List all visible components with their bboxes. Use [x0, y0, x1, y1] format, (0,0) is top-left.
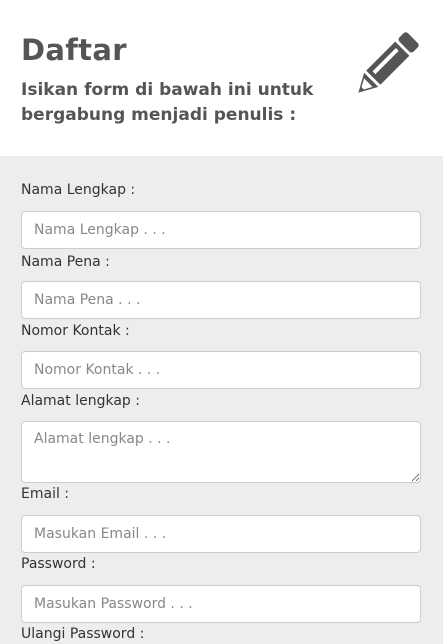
email-input[interactable] [21, 515, 421, 553]
alamat-lengkap-textarea[interactable] [21, 421, 421, 483]
label-nama-pena: Nama Pena : [21, 254, 110, 270]
nama-pena-input[interactable] [21, 281, 421, 319]
page-header: Daftar Isikan form di bawah ini untuk be… [0, 0, 443, 156]
label-email: Email : [21, 486, 70, 502]
registration-form: Nama Lengkap : Nama Pena : Nomor Kontak … [0, 156, 443, 642]
page-title: Daftar [21, 33, 127, 67]
password-input[interactable] [21, 585, 421, 623]
label-nama-lengkap: Nama Lengkap : [21, 182, 136, 198]
label-ulangi-password: Ulangi Password : [21, 626, 145, 642]
label-nomor-kontak: Nomor Kontak : [21, 323, 130, 339]
nomor-kontak-input[interactable] [21, 351, 421, 389]
pencil-icon [358, 32, 419, 93]
page-subtitle: Isikan form di bawah ini untuk bergabung… [21, 80, 314, 125]
label-password: Password : [21, 556, 96, 572]
nama-lengkap-input[interactable] [21, 211, 421, 249]
label-alamat-lengkap: Alamat lengkap : [21, 393, 140, 409]
